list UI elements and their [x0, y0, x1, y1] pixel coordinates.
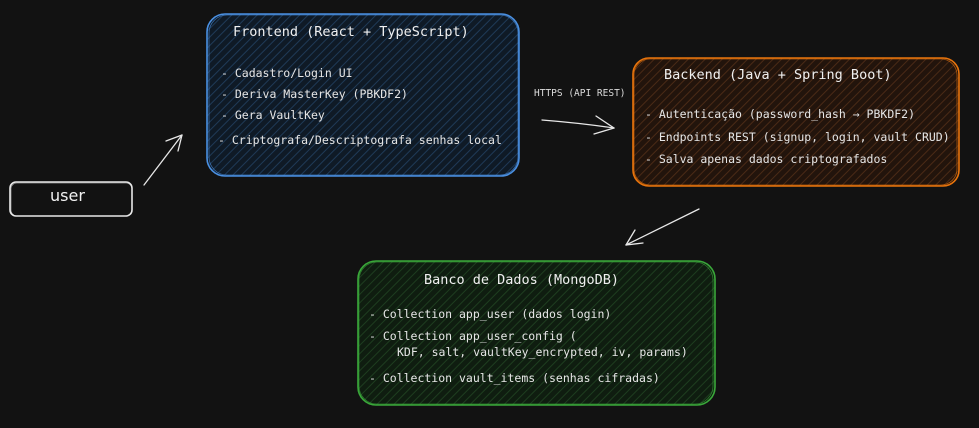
backend-item: - Endpoints REST (signup, login, vault C… [645, 130, 950, 144]
database-item: KDF, salt, vaultKey_encrypted, iv, param… [397, 345, 688, 359]
user-node-label: user [50, 186, 85, 205]
database-item: - Collection vault_items (senhas cifrada… [369, 371, 660, 385]
diagram-shapes [9, 13, 960, 406]
database-item: - Collection app_user (dados login) [369, 307, 612, 321]
arrow-frontend-to-backend [541, 115, 615, 135]
frontend-item: - Criptografa/Descriptografa senhas loca… [218, 133, 502, 147]
arrow-user-to-frontend [143, 134, 183, 186]
frontend-node-title: Frontend (React + TypeScript) [233, 24, 469, 40]
backend-item: - Autenticação (password_hash → PBKDF2) [645, 107, 916, 121]
database-node-title: Banco de Dados (MongoDB) [424, 272, 620, 288]
frontend-item: - Deriva MasterKey (PBKDF2) [221, 87, 408, 101]
arrow-backend-to-database [625, 208, 700, 246]
backend-node-title: Backend (Java + Spring Boot) [664, 67, 892, 83]
frontend-item: - Cadastro/Login UI [221, 66, 353, 80]
diagram-canvas: user Frontend (React + TypeScript) - Cad… [0, 0, 979, 428]
frontend-item: - Gera VaultKey [221, 108, 325, 122]
edge-label-https: HTTPS (API REST) [534, 88, 626, 99]
database-item: - Collection app_user_config ( [369, 329, 577, 343]
backend-item: - Salva apenas dados criptografados [645, 152, 888, 166]
